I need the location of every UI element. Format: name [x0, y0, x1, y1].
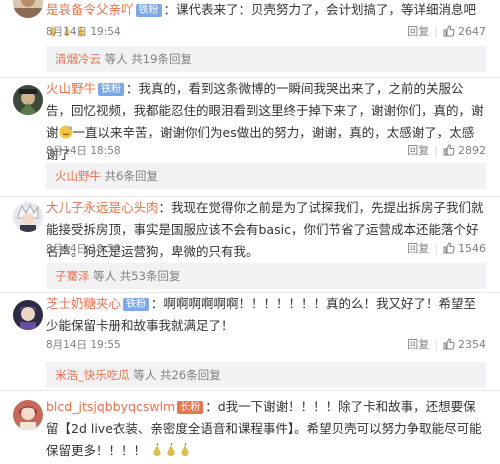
- reply-summary-bar[interactable]: 火山野牛 共6条回复: [46, 163, 486, 189]
- comment-2: 火山野牛 铁粉 ：我真的，看到这条微博的一瞬间我哭出来了，之前的关服公告，回忆视频，…: [0, 77, 500, 167]
- comment-date: 8月14日 19:54: [46, 26, 121, 38]
- comment-text: blcd_jtsjqbbyqcswlm 长粉 ：d我一下谢谢！！！！除了卡和故事，还…: [46, 396, 486, 462]
- action-divider: |: [434, 25, 438, 38]
- comment-text: 芝士奶糖夹心 铁粉 ：啊啊啊啊啊啊！！！！！！！真的么！我又好了！希望至少能保留卡册…: [46, 293, 486, 337]
- comment-body: ：课代表来了：贝壳努力了，会计划搞了，等详细消息吧: [163, 2, 477, 17]
- reply-username[interactable]: 清烟冷云: [55, 52, 101, 66]
- username-link[interactable]: 火山野牛: [46, 81, 96, 96]
- reply-summary-bar[interactable]: 米浩_快乐吃瓜 等人 共26条回复: [46, 362, 486, 388]
- pear-emoji: [153, 443, 161, 456]
- comment-date: 8月14日 19:55: [46, 339, 121, 351]
- comment-actions: 回复 | 1546: [407, 242, 486, 256]
- thumbs-up-icon[interactable]: [443, 338, 455, 350]
- comment-date: 8月14日 19:50: [46, 243, 121, 255]
- reply-count: 等人 共53条回复: [93, 269, 181, 283]
- avatar[interactable]: [13, 300, 43, 330]
- avatar[interactable]: [13, 0, 43, 18]
- reply-count: 等人 共26条回复: [133, 368, 221, 382]
- action-divider: |: [434, 242, 438, 255]
- reply-count: 共6条回复: [104, 169, 158, 183]
- reply-username[interactable]: 火山野牛: [55, 169, 101, 183]
- username-link[interactable]: blcd_jtsjqbbyqcswlm: [46, 399, 175, 414]
- comment-3: 大儿子永远是心头肉：我现在觉得你之前是为了试探我们，先提出拆房子我们就能接受拆房…: [0, 196, 500, 266]
- reply-summary-bar[interactable]: 子騫泽 等人 共53条回复: [46, 263, 486, 289]
- username-link[interactable]: 是哀备令父亲吖: [46, 2, 134, 17]
- reply-summary-bar[interactable]: 清烟冷云 等人 共19条回复: [46, 46, 486, 72]
- fan-badge: 铁粉: [135, 4, 162, 17]
- pear-emoji: [181, 443, 189, 456]
- reply-username[interactable]: 米浩_快乐吃瓜: [55, 368, 130, 382]
- reply-username[interactable]: 子騫泽: [55, 269, 90, 283]
- like-count: 2892: [458, 144, 486, 157]
- like-count: 2647: [458, 25, 486, 38]
- pear-emoji: [167, 443, 175, 456]
- avatar[interactable]: [13, 85, 43, 115]
- like-count: 2354: [458, 338, 486, 351]
- comment-actions: 回复 | 2354: [407, 338, 486, 352]
- comment-actions: 回复 | 2647: [407, 25, 486, 39]
- fan-badge: 长粉: [177, 401, 204, 414]
- thumbs-up-icon[interactable]: [443, 144, 455, 156]
- fan-badge: 铁粉: [123, 298, 150, 311]
- sweat-smile-emoji: [59, 125, 73, 139]
- comment-4: 芝士奶糖夹心 铁粉 ：啊啊啊啊啊啊！！！！！！！真的么！我又好了！希望至少能保留卡册…: [0, 292, 500, 362]
- avatar[interactable]: [13, 202, 43, 232]
- like-count: 1546: [458, 242, 486, 255]
- fan-badge: 铁粉: [98, 83, 125, 96]
- thumbs-up-icon[interactable]: [443, 242, 455, 254]
- comment-1: 是哀备令父亲吖 铁粉 ：课代表来了：贝壳努力了，会计划搞了，等详细消息吧 8月14日…: [0, 0, 500, 45]
- comment-date: 8月14日 18:58: [46, 145, 121, 157]
- comment-5: blcd_jtsjqbbyqcswlm 长粉 ：d我一下谢谢！！！！除了卡和故事，还…: [0, 390, 500, 464]
- username-link[interactable]: 大儿子永远是心头肉: [46, 200, 159, 215]
- action-divider: |: [434, 338, 438, 351]
- reply-button[interactable]: 回复: [407, 242, 429, 255]
- action-divider: |: [434, 144, 438, 157]
- reply-button[interactable]: 回复: [407, 144, 429, 157]
- comment-actions: 回复 | 2892: [407, 144, 486, 158]
- reply-count: 等人 共19条回复: [104, 52, 192, 66]
- username-link[interactable]: 芝士奶糖夹心: [46, 296, 121, 311]
- thumbs-up-icon[interactable]: [443, 25, 455, 37]
- reply-button[interactable]: 回复: [407, 338, 429, 351]
- avatar[interactable]: [13, 400, 43, 430]
- reply-button[interactable]: 回复: [407, 25, 429, 38]
